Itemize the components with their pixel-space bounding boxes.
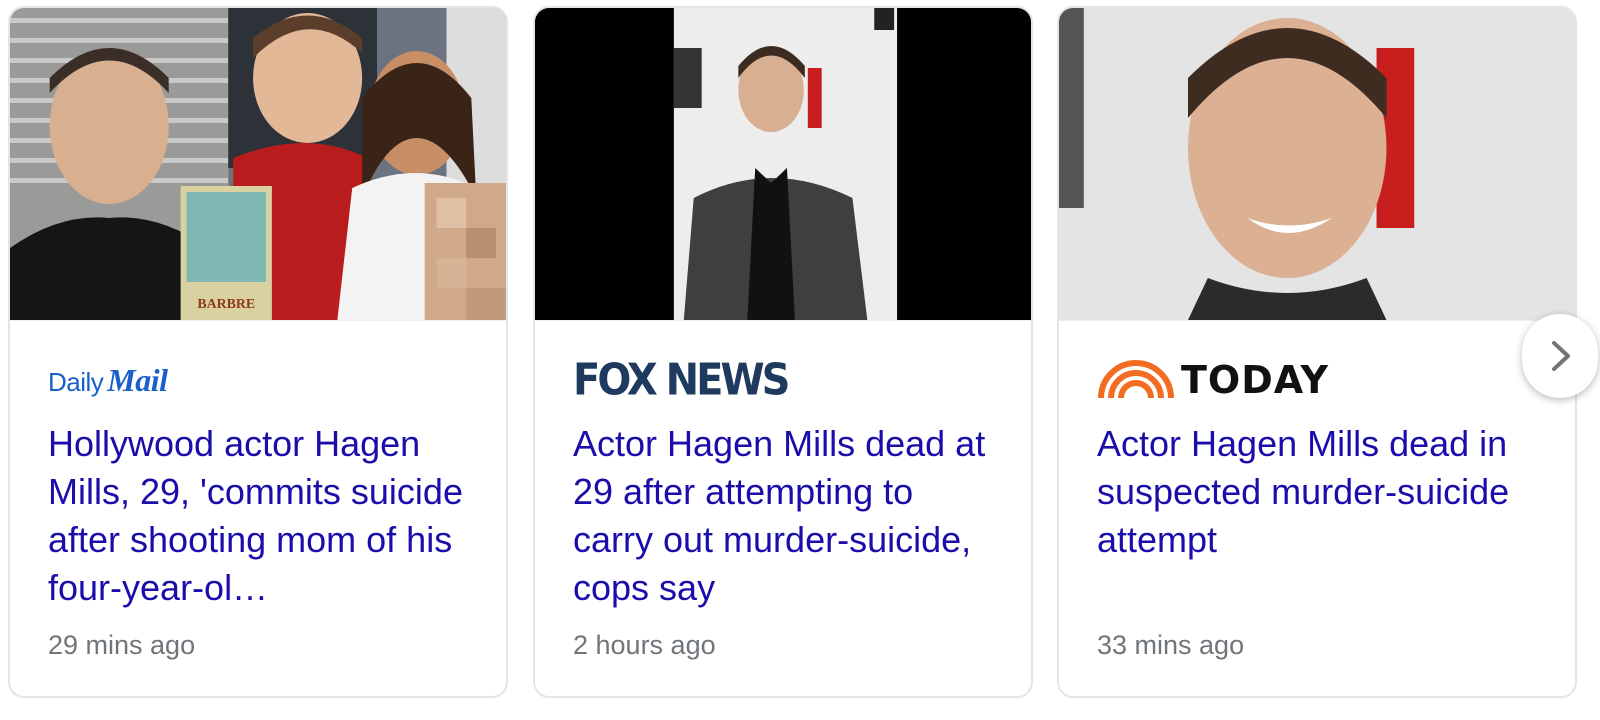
logo-text-daily: Daily bbox=[48, 366, 104, 397]
foxnews-logo: FOX NEWS bbox=[573, 354, 790, 406]
news-photo-icon bbox=[1059, 8, 1575, 320]
news-timestamp: 2 hours ago bbox=[573, 630, 716, 660]
logo-text-today: TODAY bbox=[1181, 358, 1330, 402]
today-logo: TODAY bbox=[1097, 358, 1329, 402]
news-timestamp: 29 mins ago bbox=[48, 630, 196, 660]
news-card-foxnews[interactable]: FOX NEWS Actor Hagen Mills dead at 29 af… bbox=[533, 6, 1033, 698]
carousel-next-button[interactable] bbox=[1522, 314, 1598, 398]
top-stories-carousel: BARBRE Daily Mail Hollywood actor Hagen … bbox=[0, 0, 1600, 720]
dailymail-logo: Daily Mail bbox=[48, 362, 168, 399]
news-timestamp: 33 mins ago bbox=[1097, 630, 1245, 660]
news-headline-link[interactable]: Actor Hagen Mills dead at 29 after attem… bbox=[573, 420, 995, 612]
rainbow-icon bbox=[1098, 360, 1174, 399]
news-headline-link[interactable]: Hollywood actor Hagen Mills, 29, 'commit… bbox=[48, 420, 470, 612]
news-card-today[interactable]: TODAY Actor Hagen Mills dead in suspecte… bbox=[1057, 6, 1577, 698]
news-card-dailymail[interactable]: BARBRE Daily Mail Hollywood actor Hagen … bbox=[8, 6, 508, 698]
news-thumbnail[interactable] bbox=[1059, 8, 1575, 321]
logo-text-mail: Mail bbox=[107, 361, 168, 398]
news-photo-icon: BARBRE bbox=[10, 8, 506, 320]
news-thumbnail[interactable] bbox=[535, 8, 1031, 321]
news-headline-link[interactable]: Actor Hagen Mills dead in suspected murd… bbox=[1097, 420, 1539, 564]
news-thumbnail[interactable]: BARBRE bbox=[10, 8, 506, 321]
news-photo-icon bbox=[535, 8, 1031, 320]
chevron-right-icon bbox=[1552, 341, 1570, 371]
svg-text:BARBRE: BARBRE bbox=[197, 297, 255, 312]
